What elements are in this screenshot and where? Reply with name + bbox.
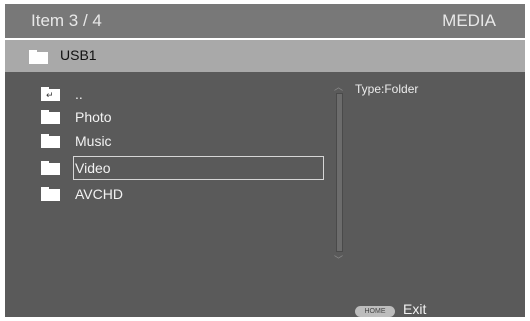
scrollbar[interactable] <box>336 93 343 252</box>
folder-icon <box>41 161 60 175</box>
folder-up-icon: ↵ <box>41 87 60 101</box>
section-title: MEDIA <box>442 11 496 30</box>
exit-label: Exit <box>403 301 427 317</box>
home-button[interactable]: HOME <box>355 306 395 317</box>
scroll-up-icon[interactable]: ︿ <box>334 80 343 93</box>
list-item-label[interactable]: .. <box>75 86 83 102</box>
media-browser-screen: Item 3 / 4 MEDIA USB1 ↵ .. Photo Music V… <box>0 0 530 321</box>
path-label: USB1 <box>60 47 97 63</box>
list-item-label[interactable]: Photo <box>75 109 112 125</box>
folder-icon <box>41 187 60 201</box>
list-item-label[interactable]: Video <box>75 160 111 176</box>
list-item-label[interactable]: AVCHD <box>75 186 123 202</box>
folder-icon <box>41 110 60 124</box>
list-item-label[interactable]: Music <box>75 133 112 149</box>
scroll-down-icon[interactable]: ﹀ <box>334 253 343 266</box>
item-info-type: Type:Folder <box>355 82 419 96</box>
folder-icon <box>41 134 60 148</box>
item-counter: Item 3 / 4 <box>31 11 102 30</box>
folder-icon <box>29 50 48 64</box>
